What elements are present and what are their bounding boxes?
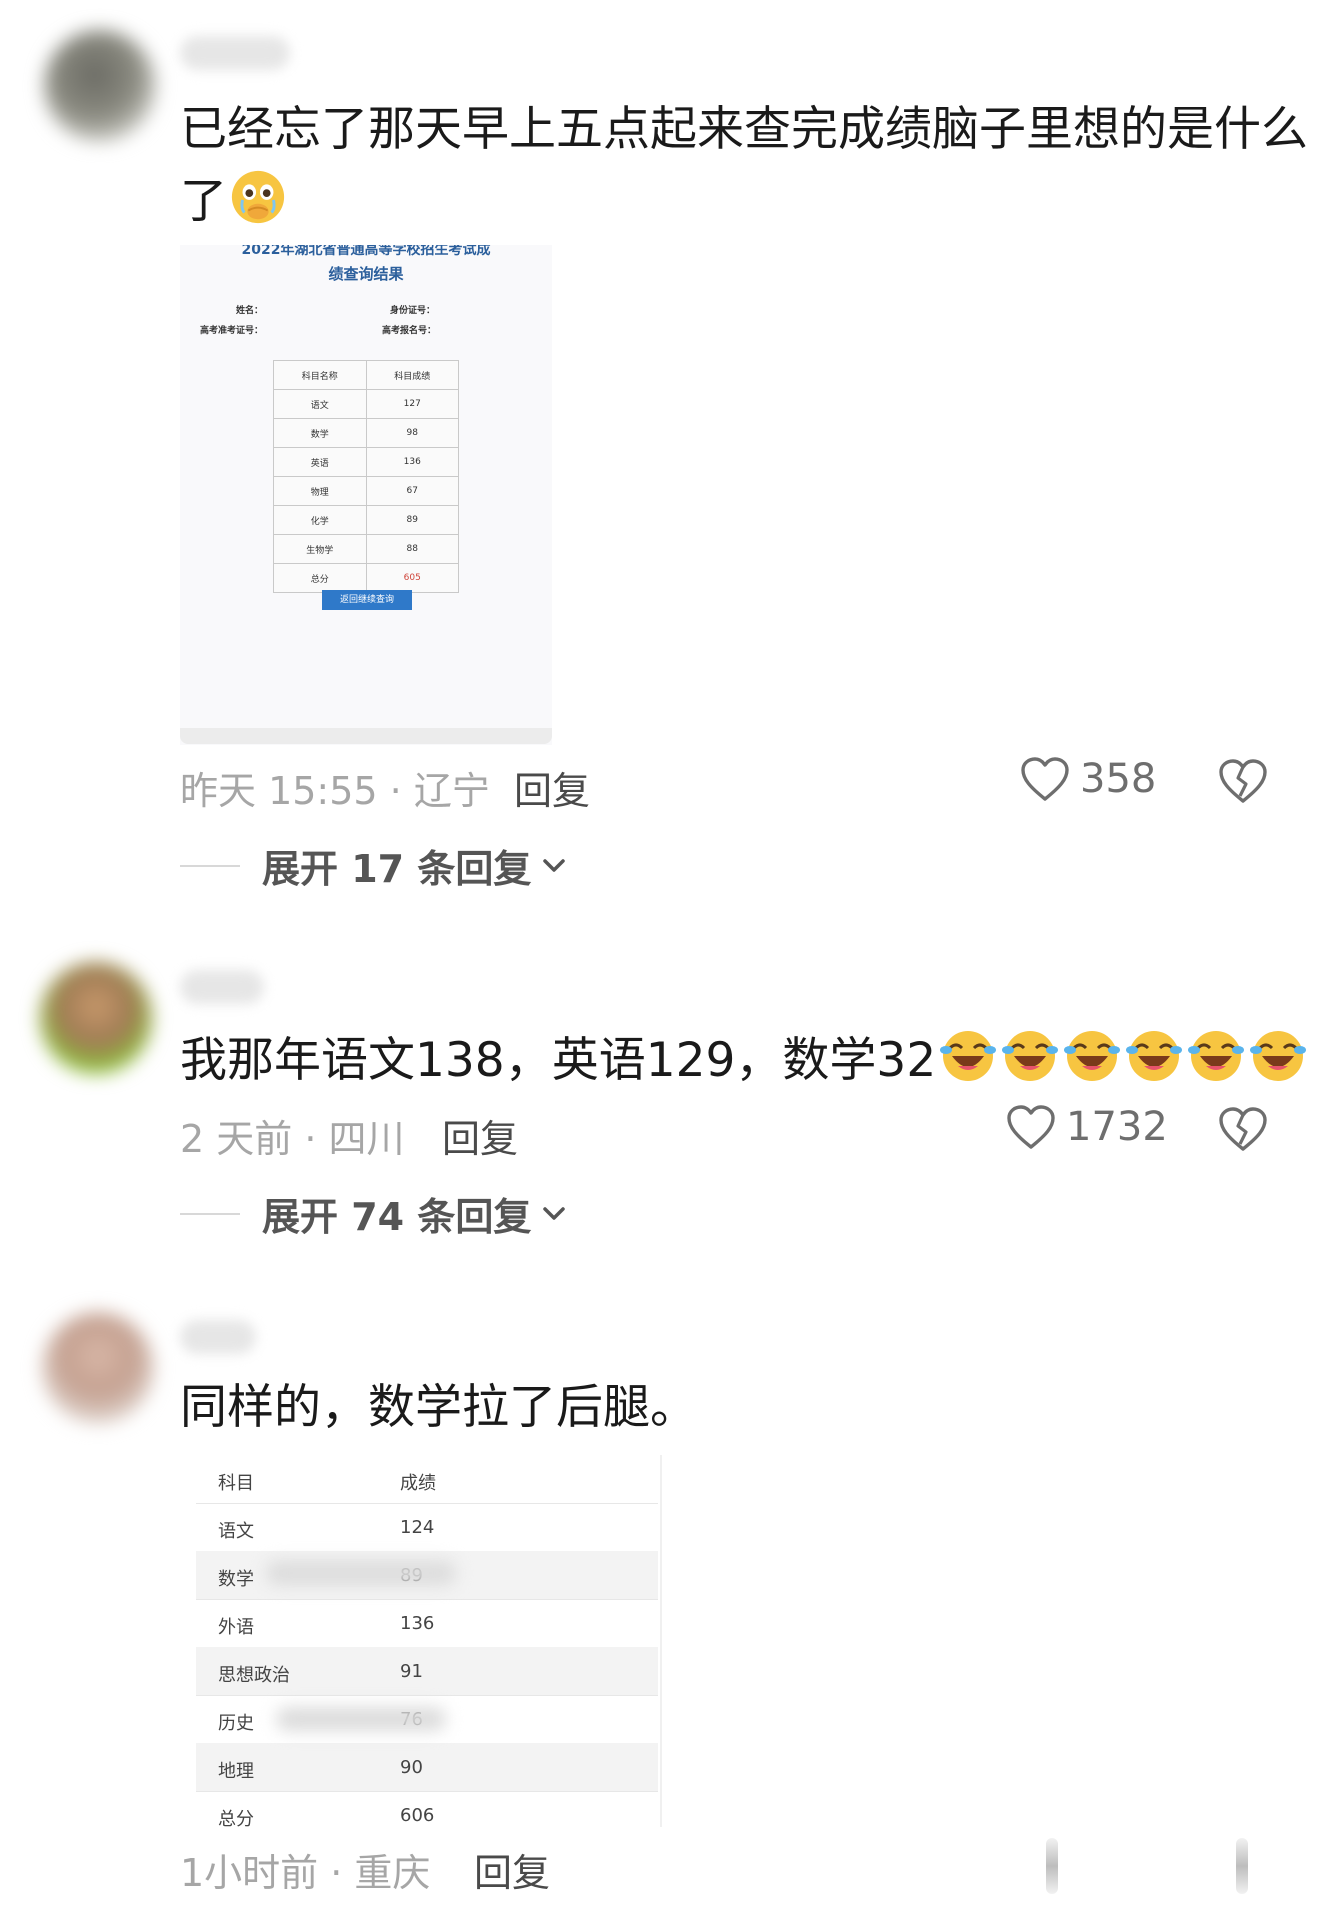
rolling-on-floor-laughing-emoji	[1062, 1028, 1122, 1099]
screenshot-bottom-bar	[180, 728, 552, 744]
subject-cell: 数学	[273, 418, 367, 448]
chevron-down-icon	[543, 1206, 566, 1220]
avatar[interactable]	[40, 962, 152, 1074]
expand-replies-button[interactable]: 展开 74 条回复	[180, 1186, 569, 1241]
table-row: 思想政治 91	[196, 1647, 658, 1696]
divider-line	[180, 864, 240, 867]
table-row: 地理 90	[196, 1743, 658, 1792]
score-cell: 124	[400, 1517, 435, 1538]
scroll-indicator	[1236, 1838, 1248, 1894]
comment-text: 同样的，数学拉了后腿。	[180, 1380, 697, 1435]
username[interactable]	[180, 970, 264, 1004]
subject-cell: 化学	[273, 505, 367, 535]
score-cell: 136	[400, 1613, 435, 1634]
score-cell: 88	[365, 534, 459, 564]
score-table: 科目名称 科目成绩 语文 127 数学 98 英语 136 物理 67 化学 89 生物学 8…	[273, 360, 459, 593]
subject-cell: 语文	[218, 1521, 254, 1542]
avatar[interactable]	[42, 1312, 154, 1424]
heart-outline-icon	[1021, 757, 1069, 801]
rolling-on-floor-laughing-emoji	[1186, 1028, 1246, 1099]
score-screenshot[interactable]: 科目成绩 语文124 数学89 外语136 思想政治91 历史76 地理90 总…	[196, 1455, 662, 1827]
heart-outline-icon	[1007, 1105, 1055, 1149]
subject-cell: 外语	[218, 1617, 254, 1638]
reply-button[interactable]: 回复	[474, 1842, 550, 1897]
subject-cell: 数学	[218, 1569, 254, 1590]
comment-meta: 昨天 15:55 · 辽宁	[180, 769, 490, 813]
subject-cell: 语文	[273, 389, 367, 419]
subject-cell: 总分	[273, 563, 367, 593]
comment-text-cont: 了	[180, 168, 287, 241]
table-row: 外语 136	[196, 1599, 658, 1648]
comment-text: 我那年语文138，英语129，数学32	[180, 1028, 1308, 1099]
score-cell: 136	[365, 447, 459, 477]
like-button[interactable]: 1732	[1006, 1104, 1168, 1150]
reply-button[interactable]: 回复	[442, 1108, 518, 1163]
subject-cell: 总分	[218, 1809, 254, 1827]
username[interactable]	[180, 36, 290, 70]
divider-line	[180, 1212, 240, 1215]
table-header-row: 科目 成绩	[196, 1455, 658, 1504]
score-cell: 606	[400, 1805, 435, 1826]
score-cell: 90	[400, 1757, 423, 1778]
like-count: 358	[1080, 756, 1157, 802]
id-label: 身份证号：	[390, 306, 436, 316]
table-row: 总分 606	[196, 1791, 658, 1827]
score-cell: 89	[365, 505, 459, 535]
expand-label: 展开 74 条回复	[262, 1195, 532, 1239]
table-header: 科目	[218, 1473, 254, 1494]
avatar[interactable]	[44, 30, 156, 142]
rolling-on-floor-laughing-emoji	[1248, 1028, 1308, 1099]
watermark-blur	[276, 1707, 446, 1731]
subject-cell: 历史	[218, 1713, 254, 1734]
comment-meta: 2 天前 · 四川	[180, 1117, 405, 1161]
table-header: 成绩	[400, 1473, 436, 1494]
dislike-button[interactable]	[1218, 758, 1268, 808]
rolling-on-floor-laughing-emoji	[938, 1028, 998, 1099]
comment-text: 已经忘了那天早上五点起来查完成绩脑子里想的是什么	[180, 102, 1308, 157]
table-header: 科目成绩	[365, 360, 459, 390]
score-cell: 127	[365, 389, 459, 419]
table-row: 语文 124	[196, 1503, 658, 1552]
holding-back-tears-emoji	[229, 168, 287, 241]
expand-label: 展开 17 条回复	[262, 847, 532, 891]
admission-label: 高考准考证号：	[200, 326, 264, 336]
like-button[interactable]: 358	[1020, 756, 1156, 802]
username[interactable]	[180, 1320, 256, 1354]
subject-cell: 地理	[218, 1761, 254, 1782]
emoji-group	[936, 1031, 1308, 1088]
rolling-on-floor-laughing-emoji	[1124, 1028, 1184, 1099]
watermark-blur	[266, 1561, 456, 1585]
total-score-cell: 605	[365, 563, 459, 593]
rolling-on-floor-laughing-emoji	[1000, 1028, 1060, 1099]
scroll-indicator	[1046, 1838, 1058, 1894]
score-cell: 98	[365, 418, 459, 448]
subject-cell: 生物学	[273, 534, 367, 564]
screenshot-subtitle: 绩查询结果	[328, 265, 404, 283]
chevron-down-icon	[543, 858, 566, 872]
comment-meta: 1小时前 · 重庆	[180, 1851, 431, 1895]
subject-cell: 思想政治	[218, 1665, 290, 1686]
return-query-button: 返回继续查询	[322, 590, 412, 610]
subject-cell: 物理	[273, 476, 367, 506]
reply-button[interactable]: 回复	[514, 760, 590, 815]
expand-replies-button[interactable]: 展开 17 条回复	[180, 838, 569, 893]
name-label: 姓名：	[236, 306, 264, 316]
table-header: 科目名称	[273, 360, 367, 390]
dislike-button[interactable]	[1218, 1106, 1268, 1156]
broken-heart-icon	[1219, 759, 1267, 803]
comment-text-body: 我那年语文138，英语129，数学32	[180, 1033, 937, 1088]
comment-text-line2: 了	[180, 174, 227, 229]
score-cell: 67	[365, 476, 459, 506]
score-cell: 91	[400, 1661, 423, 1682]
broken-heart-icon	[1219, 1107, 1267, 1151]
registration-label: 高考报名号：	[382, 326, 437, 336]
like-count: 1732	[1066, 1104, 1168, 1150]
subject-cell: 英语	[273, 447, 367, 477]
screenshot-title: 2022年湖北省普通高等学校招生考试成	[241, 245, 491, 258]
score-screenshot[interactable]: 2022年湖北省普通高等学校招生考试成 绩查询结果 姓名： 身份证号： 高考准考…	[180, 245, 552, 745]
